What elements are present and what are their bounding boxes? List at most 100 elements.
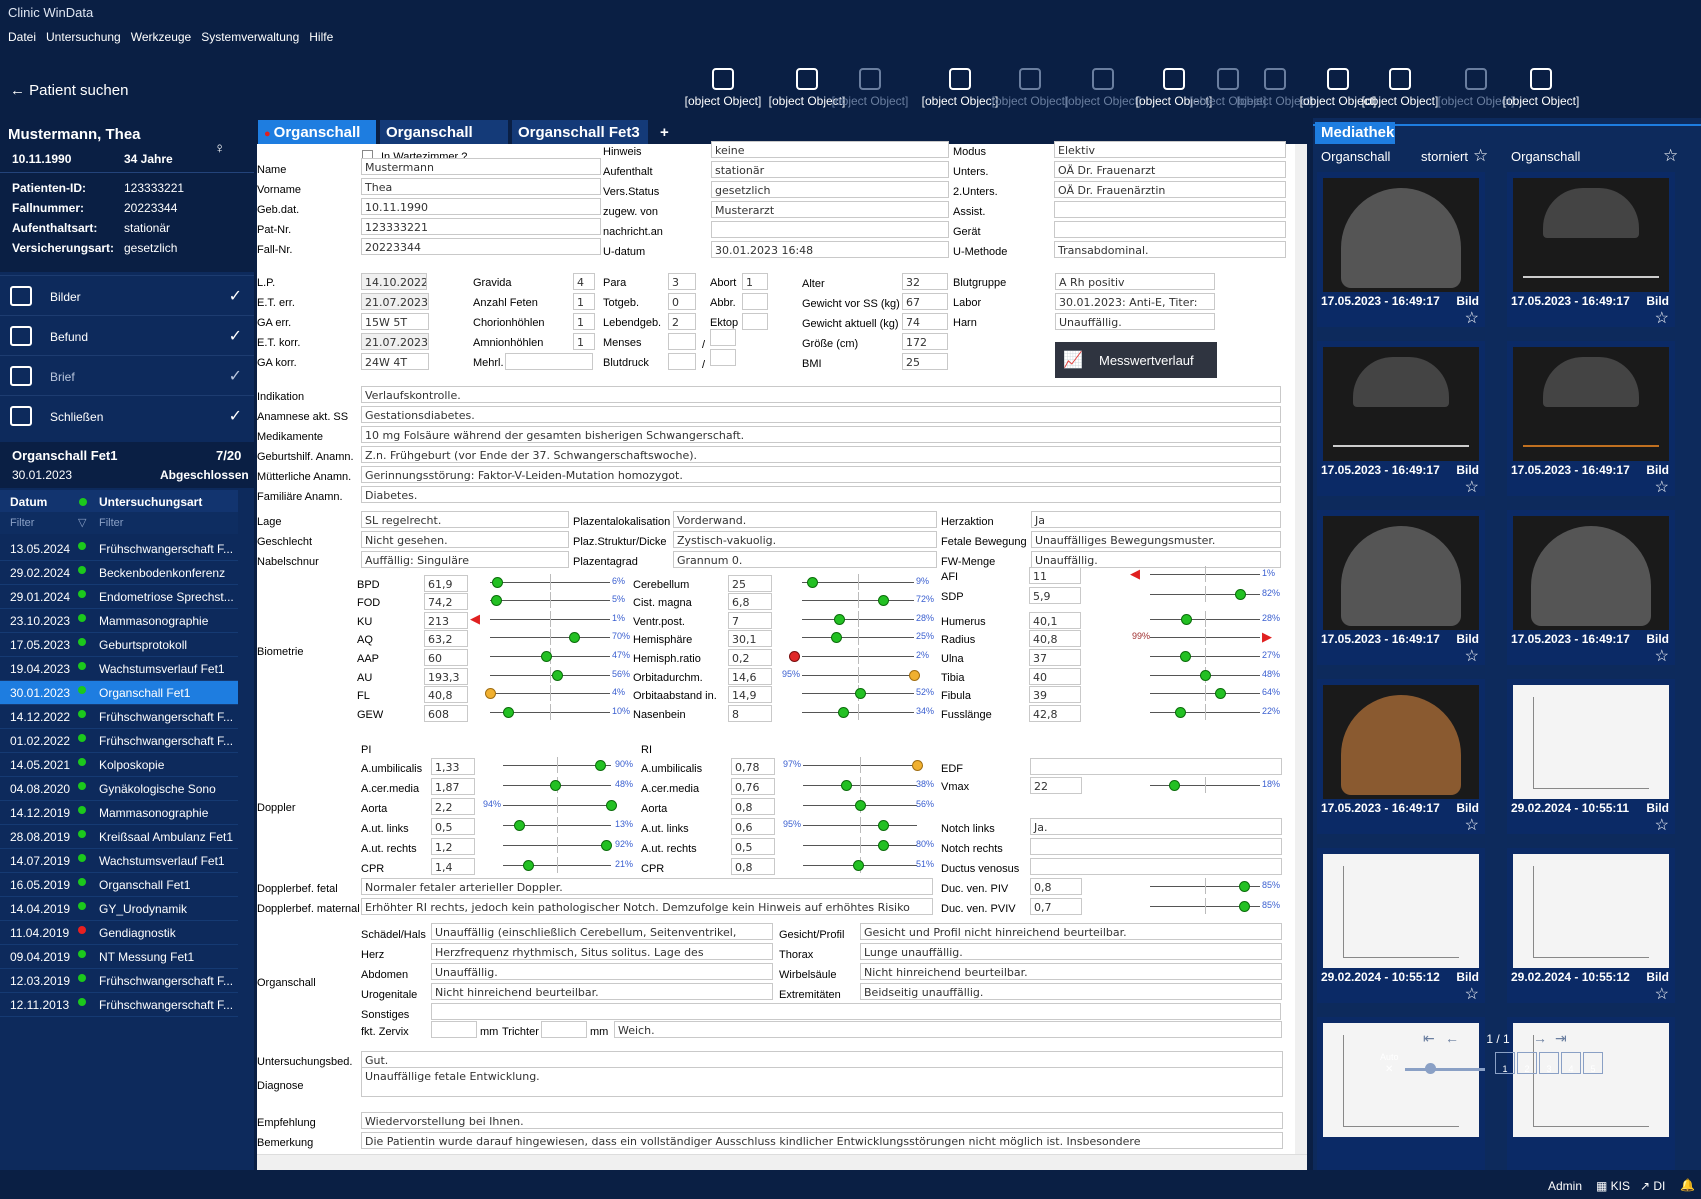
percentile-marker[interactable] [492,577,504,588]
input-field[interactable]: Z.n. Frühgeburt (vor Ende der 37. Schwan… [361,446,1281,463]
input-field[interactable]: Gestationsdiabetes. [361,406,1281,423]
input-field[interactable]: 1 [573,293,595,310]
notch-value[interactable]: Ja. [1030,818,1282,835]
col-datum[interactable]: Datum [10,495,47,509]
percentile-marker[interactable] [912,760,923,771]
input-field[interactable]: 32 [902,273,948,290]
star-icon[interactable]: ☆ [1663,146,1678,166]
percentile-marker[interactable] [1238,881,1250,892]
table-row[interactable]: 14.07.2019 Wachstumsverlauf Fet1 [0,849,238,873]
percentile-marker[interactable] [833,614,845,625]
percentile-marker[interactable] [855,800,866,811]
ducven-value[interactable]: 0,8 [1030,878,1082,895]
first-page-icon[interactable]: ⇤ [1423,1030,1435,1047]
input-field[interactable] [742,293,768,310]
doppler-value[interactable]: 0,76 [731,778,775,795]
media-thumb[interactable]: 29.02.2024 - 10:55:12 Bild ☆ [1317,848,1485,1003]
notch-value[interactable] [1030,838,1282,855]
media-thumb[interactable]: 17.05.2023 - 16:49:17 Bild ☆ [1317,172,1485,327]
input-field[interactable]: Musterarzt [711,201,949,218]
input-field[interactable]: Mustermann [361,158,601,175]
table-row[interactable]: 16.05.2019 Organschall Fet1 [0,873,238,897]
tab-organschall-fet3[interactable]: Organschall Fet3 [512,120,648,144]
star-icon[interactable]: ☆ [1465,308,1479,328]
input-field[interactable]: Vorderwand. [673,511,937,528]
table-row[interactable]: 13.05.2024 Frühschwangerschaft F... [0,537,238,561]
star-icon[interactable]: ☆ [1655,477,1669,497]
input-field[interactable]: 1 [742,273,768,290]
menu-hilfe[interactable]: Hilfe [301,24,333,44]
auto-slider[interactable] [1405,1068,1485,1071]
bio-value[interactable]: 63,2 [424,630,468,647]
grid-3-button[interactable]: 3 [1539,1052,1559,1074]
bio-value[interactable]: 74,2 [424,593,468,610]
input-field[interactable]: 1 [573,333,595,350]
grid-2-button[interactable]: 2 [1517,1052,1537,1074]
percentile-marker[interactable] [569,632,580,643]
input-field[interactable]: 21.07.2023 [361,293,429,310]
star-icon[interactable]: ☆ [1655,984,1669,1004]
messwertverlauf-button[interactable]: 📈 Messwertverlauf [1055,342,1217,378]
input-field[interactable] [1054,221,1286,238]
input-field[interactable]: 20223344 [361,238,601,255]
final-value[interactable]: Die Patientin wurde darauf hingewiesen, … [361,1132,1283,1149]
input-field[interactable]: Gerinnungsstörung: Faktor-V-Leiden-Mutat… [361,466,1281,483]
bio-value[interactable]: 40,8 [424,686,468,703]
input-field[interactable]: 10 mg Folsäure während der gesamten bish… [361,426,1281,443]
di-button[interactable]: ↗ DI [1640,1179,1665,1193]
menses-2[interactable] [710,329,736,346]
input-field[interactable]: A Rh positiv [1055,273,1215,290]
percentile-marker[interactable] [877,840,889,851]
col-untersuchungsart[interactable]: Untersuchungsart [99,495,202,509]
table-row[interactable]: 09.04.2019 NT Messung Fet1 [0,945,238,969]
percentile-marker[interactable] [1169,780,1181,791]
doppler-value[interactable]: 0,6 [731,818,775,835]
tab-+[interactable]: + [654,120,674,144]
media-thumb[interactable]: 17.05.2023 - 16:49:17 Bild ☆ [1507,341,1675,496]
menu-datei[interactable]: Datei [0,24,36,44]
bio-value[interactable]: 37 [1029,649,1081,666]
input-field[interactable]: Transabdominal. [1054,241,1286,258]
bio-value[interactable]: 7 [728,612,772,629]
table-row[interactable]: 14.04.2019 GY_Urodynamik [0,897,238,921]
percentile-marker[interactable] [514,820,526,831]
input-field[interactable]: Unauffällig. [1031,551,1281,568]
percentile-marker[interactable] [600,840,612,851]
table-row[interactable]: 29.02.2024 Beckenbodenkonferenz [0,561,238,585]
nav-brief[interactable]: Brief ✓ [0,355,254,395]
table-row[interactable]: 12.11.2013 Frühschwangerschaft F... [0,993,238,1017]
percentile-marker[interactable] [1238,901,1250,912]
media-thumb[interactable]: 17.05.2023 - 16:49:17 Bild ☆ [1317,510,1485,665]
percentile-marker[interactable] [1235,589,1247,600]
bio-value[interactable]: 11 [1029,567,1081,584]
percentile-marker[interactable] [789,651,800,662]
vmax-value[interactable]: 22 [1030,777,1082,794]
bell-icon[interactable]: 🔔 [1680,1178,1695,1192]
organ-value[interactable]: Gesicht und Profil nicht hinreichend beu… [860,923,1282,940]
table-row[interactable]: 30.01.2023 Organschall Fet1 [0,681,238,705]
percentile-marker[interactable] [522,860,534,871]
filter-icon[interactable]: ▽ [78,516,86,529]
percentile-marker[interactable] [838,707,850,718]
percentile-marker[interactable] [606,800,617,811]
bio-value[interactable]: 25 [728,575,772,592]
zervix-value[interactable] [431,1021,477,1038]
input-field[interactable]: Zystisch-vakuolig. [673,531,937,548]
doppler-value[interactable]: 1,87 [431,778,475,795]
form-hscrollbar[interactable] [257,1154,1307,1170]
bio-value[interactable]: 40,1 [1029,612,1081,629]
percentile-marker[interactable] [491,595,502,606]
organ-value[interactable]: Herzfrequenz rhythmisch, Situs solitus. … [431,943,773,960]
input-field[interactable]: SL regelrecht. [361,511,569,528]
input-field[interactable]: Elektiv [1054,141,1286,158]
percentile-marker[interactable] [855,688,867,699]
bio-value[interactable]: 6,8 [728,593,772,610]
ducven-value[interactable]: 0,7 [1030,898,1082,915]
input-field[interactable]: keine [711,141,949,158]
input-field[interactable] [711,221,949,238]
filter-untersuchungsart[interactable]: Filter [99,517,123,529]
percentile-marker[interactable] [807,577,819,588]
table-row[interactable]: 19.04.2023 Wachstumsverlauf Fet1 [0,657,238,681]
input-field[interactable]: OÄ Dr. Frauenärztin [1054,181,1286,198]
star-icon[interactable]: ☆ [1465,815,1479,835]
